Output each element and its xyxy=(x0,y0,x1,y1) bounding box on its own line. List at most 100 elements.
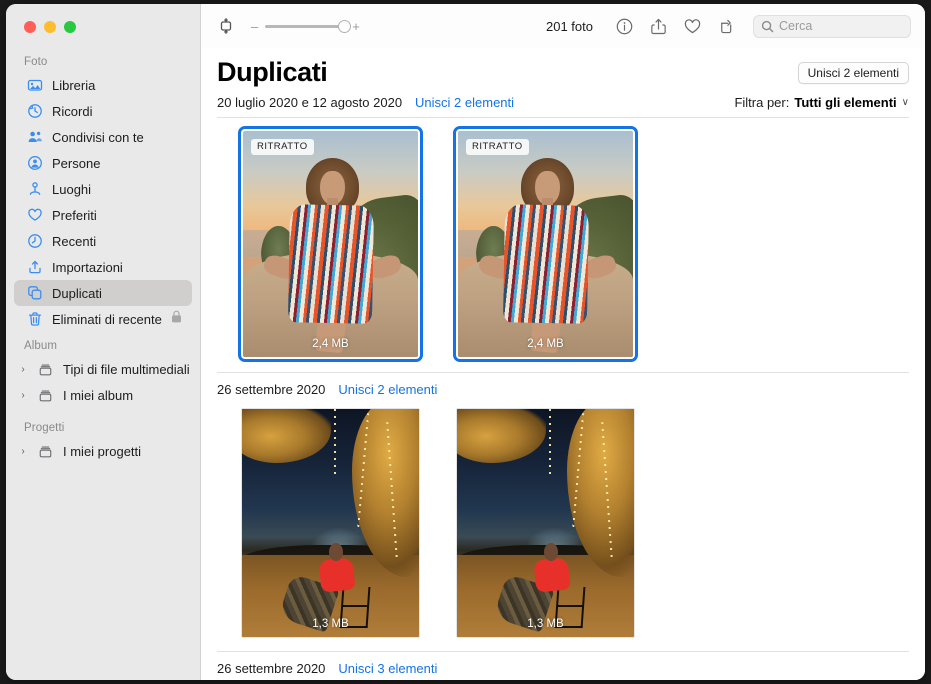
photo-thumbnail[interactable]: RITRATTO 2,4 MB xyxy=(238,125,423,362)
photo-thumbnail[interactable]: 1,3 MB xyxy=(456,407,635,638)
info-icon[interactable] xyxy=(613,15,635,37)
title-row: Duplicati Unisci 2 elementi xyxy=(217,57,909,88)
subtitle-row: 20 luglio 2020 e 12 agosto 2020 Unisci 2… xyxy=(217,95,909,117)
sidebar-item-recenti[interactable]: Recenti xyxy=(14,228,192,254)
lock-icon xyxy=(171,310,182,328)
sidebar-item-label: I miei progetti xyxy=(63,443,142,459)
sidebar-item-preferiti[interactable]: Preferiti xyxy=(14,202,192,228)
sidebar-item-label: Luoghi xyxy=(52,181,92,197)
photo-size-label: 2,4 MB xyxy=(312,337,349,350)
photo-count: 201 foto xyxy=(546,18,593,34)
photo-group-2: 26 settembre 2020 Unisci 3 elementi xyxy=(201,652,925,676)
photo-badge: RITRATTO xyxy=(466,138,529,155)
sidebar-item-tipi-di-file-multimediali[interactable]: › Tipi di file multimediali xyxy=(14,356,192,382)
sidebar: Foto Libreria Ricordi Condivisi con te P… xyxy=(6,4,201,680)
sidebar-item-importazioni[interactable]: Importazioni xyxy=(14,254,192,280)
minimize-button[interactable] xyxy=(44,21,56,33)
photo-size-label: 2,4 MB xyxy=(527,337,564,350)
filter-label: Filtra per: xyxy=(734,94,790,110)
toolbar: – + 201 foto xyxy=(201,4,925,48)
artwork-woman-sunset xyxy=(458,130,633,357)
sidebar-item-label: Duplicati xyxy=(52,285,102,301)
places-pin-icon xyxy=(26,181,43,198)
page-title: Duplicati xyxy=(217,57,328,87)
chevron-right-icon[interactable]: › xyxy=(18,390,28,401)
sidebar-section-foto-list: Libreria Ricordi Condivisi con te Person… xyxy=(6,72,200,332)
group-1-header: 26 settembre 2020 Unisci 2 elementi xyxy=(217,373,909,397)
group-merge-link[interactable]: Unisci 2 elementi xyxy=(338,382,437,397)
group-0-header: 20 luglio 2020 e 12 agosto 2020 Unisci 2… xyxy=(217,95,514,110)
main-area: – + 201 foto Cerca Duplicati Unisci 2 el… xyxy=(201,4,925,680)
photo-image xyxy=(458,130,633,357)
photo-image xyxy=(243,130,418,357)
artwork-woman-sunset xyxy=(243,130,418,357)
group-date: 20 luglio 2020 e 12 agosto 2020 xyxy=(217,94,403,110)
sidebar-section-album-list: › Tipi di file multimediali › I miei alb… xyxy=(6,356,200,408)
zoom-slider-knob[interactable] xyxy=(338,19,352,33)
photo-thumbnail[interactable]: RITRATTO 2,4 MB xyxy=(453,125,638,362)
sidebar-item-libreria[interactable]: Libreria xyxy=(14,72,192,98)
trash-icon xyxy=(26,311,43,328)
toolbar-icons xyxy=(613,15,737,37)
heart-icon xyxy=(26,207,43,224)
zoom-out-label[interactable]: – xyxy=(251,20,258,33)
sidebar-item-luoghi[interactable]: Luoghi xyxy=(14,176,192,202)
chevron-down-icon[interactable]: ∨ xyxy=(902,97,909,108)
import-icon xyxy=(26,259,43,276)
sidebar-toggle-icon[interactable] xyxy=(213,14,239,38)
sidebar-section-progetti-title: Progetti xyxy=(24,422,65,434)
search-box[interactable] xyxy=(753,14,911,38)
photo-group-1: 26 settembre 2020 Unisci 2 elementi 1,3 … xyxy=(201,373,925,651)
chevron-right-icon[interactable]: › xyxy=(18,364,28,375)
clock-icon xyxy=(26,233,43,250)
sidebar-section-progetti-list: › I miei progetti xyxy=(6,438,200,464)
content-scroll-area: Duplicati Unisci 2 elementi 20 luglio 20… xyxy=(201,48,925,680)
artwork-man-lights xyxy=(457,408,634,637)
photo-size-label: 1,3 MB xyxy=(527,617,564,630)
heart-icon[interactable] xyxy=(681,15,703,37)
zoom-slider[interactable]: – + xyxy=(251,19,360,33)
shared-with-you-icon xyxy=(26,129,43,146)
rotate-icon[interactable] xyxy=(715,15,737,37)
photo-badge: RITRATTO xyxy=(251,138,314,155)
sidebar-item-i-miei-album[interactable]: › I miei album xyxy=(14,382,192,408)
sidebar-item-label: Condivisi con te xyxy=(52,129,144,145)
group-2-header: 26 settembre 2020 Unisci 3 elementi xyxy=(217,652,909,676)
album-icon xyxy=(37,443,54,460)
photos-app-window: Foto Libreria Ricordi Condivisi con te P… xyxy=(6,4,925,680)
sidebar-item-ricordi[interactable]: Ricordi xyxy=(14,98,192,124)
sidebar-item-label: Recenti xyxy=(52,233,97,249)
close-button[interactable] xyxy=(24,21,36,33)
zoom-button[interactable] xyxy=(64,21,76,33)
photos-library-icon xyxy=(26,77,43,94)
memories-icon xyxy=(26,103,43,120)
sidebar-item-persone[interactable]: Persone xyxy=(14,150,192,176)
people-icon xyxy=(26,155,43,172)
zoom-slider-track[interactable] xyxy=(265,19,352,33)
group-date: 26 settembre 2020 xyxy=(217,381,326,397)
filter-control[interactable]: Filtra per: Tutti gli elementi ∨ xyxy=(734,95,909,110)
sidebar-section-foto-title: Foto xyxy=(24,56,48,68)
zoom-in-label[interactable]: + xyxy=(352,20,360,33)
sidebar-item-eliminati-di-recente[interactable]: Eliminati di recente xyxy=(14,306,192,332)
artwork-man-lights xyxy=(242,408,419,637)
share-icon[interactable] xyxy=(647,15,669,37)
chevron-right-icon[interactable]: › xyxy=(18,446,28,457)
sidebar-item-i-miei-progetti[interactable]: › I miei progetti xyxy=(14,438,192,464)
sidebar-section-album-title: Album xyxy=(24,340,58,352)
sidebar-item-label: Eliminati di recente xyxy=(52,311,162,327)
merge-all-button[interactable]: Unisci 2 elementi xyxy=(797,62,909,84)
filter-value: Tutti gli elementi xyxy=(794,94,897,110)
sidebar-item-duplicati[interactable]: Duplicati xyxy=(14,280,192,306)
group-date: 26 settembre 2020 xyxy=(217,660,326,676)
photo-thumbnail[interactable]: 1,3 MB xyxy=(241,407,420,638)
search-input[interactable] xyxy=(779,19,903,33)
page-header: Duplicati Unisci 2 elementi 20 luglio 20… xyxy=(201,48,925,117)
sidebar-item-label: Tipi di file multimediali xyxy=(63,361,190,377)
sidebar-item-condivisi-con-te[interactable]: Condivisi con te xyxy=(14,124,192,150)
group-merge-link[interactable]: Unisci 2 elementi xyxy=(415,95,514,110)
group-merge-link[interactable]: Unisci 3 elementi xyxy=(338,661,437,676)
photo-image xyxy=(457,408,634,637)
search-icon xyxy=(761,20,774,33)
traffic-lights xyxy=(6,4,200,48)
